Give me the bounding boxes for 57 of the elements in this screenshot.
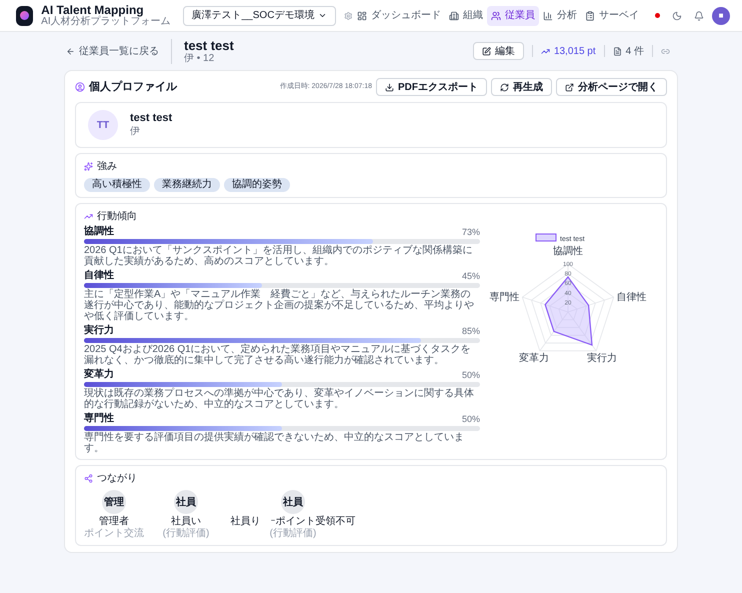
- node-name: 管理者: [99, 516, 129, 528]
- axis-label: 変革力: [518, 352, 549, 364]
- trait-value: 85%: [462, 325, 480, 337]
- trait-description: 2026 Q1において「サンクスポイント」を活用し、組織内でのポジティブな関係構築に貢献した実績があるため、高めのスコアとしています。: [84, 245, 474, 267]
- app-title: AI Talent Mapping: [41, 4, 145, 16]
- points-count: 13,015 pt: [540, 44, 596, 58]
- nav-tab[interactable]: 分析: [539, 6, 581, 26]
- axis-label: 専門性: [489, 292, 520, 304]
- action-button[interactable]: 再生成: [491, 78, 552, 96]
- axis-label: 自律性: [616, 292, 647, 304]
- card-title: 行動傾向: [97, 210, 137, 224]
- document-count: 4 件: [612, 44, 644, 58]
- back-link[interactable]: 従業員一覧に戻る: [66, 44, 159, 58]
- trait-value: 50%: [462, 413, 480, 425]
- person-avatar: TT: [88, 110, 118, 140]
- trait-description: 専門性を要する評価項目の提供実績が確認できないため、中立的なスコアとしています。: [84, 432, 465, 454]
- axis-label: 実行力: [587, 352, 618, 364]
- trait-name: 自律性: [84, 270, 114, 282]
- strength-tag: 協調的姿勢: [224, 178, 290, 192]
- trait-value: 50%: [462, 369, 480, 381]
- employee-meta: 伊 • 12: [184, 54, 216, 64]
- node-badge: 管理: [102, 490, 126, 514]
- trait-name: 実行力: [84, 325, 114, 337]
- trait-value: 73%: [462, 226, 480, 238]
- edit-button[interactable]: 編集: [472, 42, 524, 60]
- node-badge: 社員: [281, 490, 305, 514]
- trait-name: 変革力: [84, 369, 114, 381]
- employee-name: test test: [184, 38, 234, 52]
- node-name: 社員い: [171, 516, 201, 528]
- section-title: 個人プロファイル: [89, 80, 177, 95]
- trait-name: 専門性: [84, 413, 114, 425]
- nav-tab[interactable]: ダッシュボード: [353, 6, 445, 26]
- card-title: つながり: [97, 472, 137, 486]
- nav-tab[interactable]: 組織: [445, 6, 487, 26]
- trait-name: 協調性: [84, 226, 114, 238]
- person-name: test test: [130, 113, 172, 124]
- app-subtitle: AI人材分析プラットフォーム: [41, 17, 171, 27]
- trait-value: 45%: [462, 270, 480, 282]
- nav-tab[interactable]: 従業員: [487, 6, 539, 26]
- trait-description: 主に「定型作業A」や「マニュアル作業 経費ごと」など、与えられたルーチン業務の遂行が中心であり、能動的なプロジェクト企画の提案が不足しているため、平均よりやや低く評価しています。: [84, 289, 475, 322]
- strength-tag: 業務継続力: [154, 178, 220, 192]
- card-title: 強み: [97, 160, 117, 174]
- person-sub: 伊: [130, 127, 141, 137]
- node-sub: (行動評価): [270, 528, 316, 540]
- strength-tag: 高い積極性: [84, 178, 150, 192]
- action-button[interactable]: 分析ページで開く: [556, 78, 667, 96]
- workspace-dropdown[interactable]: 廣澤テスト__SOCデモ環境: [182, 6, 336, 26]
- action-button[interactable]: PDFエクスポート: [376, 78, 487, 96]
- node-sub: ポイント交流: [84, 528, 144, 540]
- trait-description: 2025 Q4および2026 Q1において、定められた業務項目やマニュアルに基づくタスクを漏れなく、かつ徹底的に集中して完了させる高い遂行能力が確認されています。: [84, 344, 472, 366]
- nav-tab[interactable]: サーベイ: [581, 6, 643, 26]
- trait-description: 現状は既存の業務プロセスへの準拠が中心であり、変革やイノベーションに関する具体的な行動記録がないため、中立的なスコアとしています。: [84, 388, 475, 410]
- node-sub: (行動評価): [162, 528, 210, 540]
- node-name: 社員り ｰポイント受領不可: [230, 516, 356, 528]
- node-badge: 社員: [174, 490, 198, 514]
- axis-label: 協調性: [553, 246, 583, 257]
- user-avatar[interactable]: ■: [712, 6, 730, 24]
